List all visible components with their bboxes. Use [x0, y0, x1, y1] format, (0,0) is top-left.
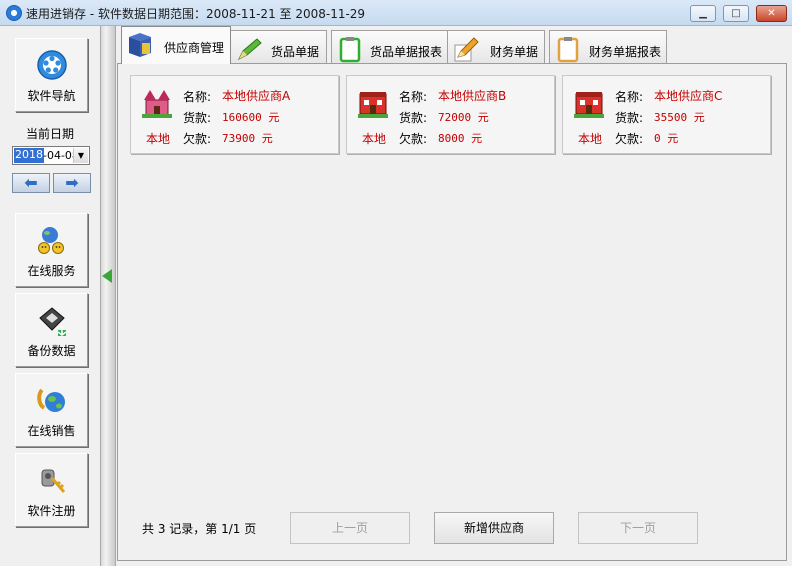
tab-goods-reports[interactable]: 货品单据报表 — [331, 30, 448, 63]
tab-goods-reports-label: 货品单据报表 — [370, 45, 443, 59]
supplier-name: 本地供应商A — [222, 89, 291, 103]
supplier-goods-amount: 35500 元 — [654, 111, 705, 124]
goods-label: 货款: — [615, 111, 644, 125]
left-panel: 软件导航 当前日期 2018 -04-08 ▼ ⬅ ➡ 在线服务 备份数据 在线… — [0, 26, 100, 566]
app-icon — [6, 5, 22, 21]
supplier-location: 本地 — [146, 132, 171, 146]
software-register-label: 软件注册 — [27, 504, 76, 518]
software-nav-button[interactable]: 软件导航 — [15, 38, 88, 112]
maximize-button[interactable]: □ — [723, 5, 749, 22]
backup-data-label: 备份数据 — [27, 344, 76, 358]
title-bar: 速用进销存 - 软件数据日期范围：2008-11-21 至 2008-11-29… — [0, 0, 792, 26]
tab-finance-documents[interactable]: 财务单据 — [447, 30, 545, 63]
close-button[interactable]: ✕ — [756, 5, 787, 22]
prev-date-button[interactable]: ⬅ — [12, 173, 50, 193]
online-service-label: 在线服务 — [27, 264, 76, 278]
house-icon — [358, 92, 388, 118]
debt-label: 欠款: — [615, 132, 644, 146]
pencil-paper-icon — [454, 37, 479, 62]
minimize-button[interactable]: ▁ — [690, 5, 716, 22]
supplier-card[interactable]: 本地 名称: 本地供应商A 货款: 160600 元 欠款: 73900 元 — [130, 75, 339, 154]
online-sales-label: 在线销售 — [27, 424, 76, 438]
record-status: 共 3 记录，第 1/1 页 — [142, 522, 257, 536]
floppy-disk-icon — [39, 307, 67, 336]
online-service-people-icon — [38, 227, 64, 254]
supplier-name: 本地供应商C — [654, 89, 723, 103]
key-lock-icon — [41, 469, 66, 493]
globe-phone-icon — [37, 388, 65, 412]
tab-supplier-management-label: 供应商管理 — [164, 41, 225, 55]
backup-data-button[interactable]: 备份数据 — [15, 293, 88, 367]
name-label: 名称: — [183, 90, 212, 104]
supplier-location: 本地 — [362, 132, 387, 146]
supplier-card[interactable]: 本地 名称: 本地供应商B 货款: 72000 元 欠款: 8000 元 — [346, 75, 555, 154]
supplier-debt-amount: 0 元 — [654, 132, 679, 145]
name-label: 名称: — [615, 90, 644, 104]
arrow-right-icon: ➡ — [65, 173, 79, 192]
debt-label: 欠款: — [399, 132, 428, 146]
castle-icon — [142, 90, 172, 118]
window-title: 速用进销存 - 软件数据日期范围：2008-11-21 至 2008-11-29 — [26, 7, 366, 21]
minimize-icon: ▁ — [699, 7, 707, 19]
tab-goods-documents-label: 货品单据 — [271, 45, 320, 59]
add-supplier-button[interactable]: 新增供应商 — [434, 512, 554, 544]
goods-label: 货款: — [183, 111, 212, 125]
maximize-icon: □ — [731, 7, 741, 19]
online-sales-button[interactable]: 在线销售 — [15, 373, 88, 447]
chevron-down-icon[interactable]: ▼ — [73, 148, 88, 163]
software-nav-label: 软件导航 — [27, 89, 76, 103]
tab-goods-documents[interactable]: 货品单据 — [230, 30, 327, 63]
supplier-panel: 本地 名称: 本地供应商A 货款: 160600 元 欠款: 73900 元 本… — [117, 63, 787, 561]
house-icon — [574, 92, 604, 118]
tab-bar: 供应商管理 货品单据 货品单据报表 财务单据 财务单据报表 — [117, 26, 792, 64]
clipboard-green-icon — [339, 37, 361, 63]
name-label: 名称: — [399, 90, 428, 104]
next-date-button[interactable]: ➡ — [53, 173, 91, 193]
collapse-arrow-icon[interactable] — [102, 269, 112, 283]
arrow-left-icon: ⬅ — [24, 173, 38, 192]
tab-finance-documents-label: 财务单据 — [490, 45, 539, 59]
online-service-button[interactable]: 在线服务 — [15, 213, 88, 287]
supplier-location: 本地 — [578, 132, 603, 146]
current-date-label: 当前日期 — [26, 127, 75, 141]
prev-page-button[interactable]: 上一页 — [290, 512, 410, 544]
pencil-icon — [237, 38, 262, 61]
date-year-selected: 2018 — [14, 148, 44, 163]
close-icon: ✕ — [767, 7, 776, 19]
panel-splitter[interactable] — [100, 26, 116, 566]
supplier-debt-amount: 73900 元 — [222, 132, 273, 145]
clipboard-orange-icon — [557, 37, 579, 63]
tab-finance-reports[interactable]: 财务单据报表 — [549, 30, 667, 63]
supplier-goods-amount: 72000 元 — [438, 111, 489, 124]
next-page-button[interactable]: 下一页 — [578, 512, 698, 544]
software-register-button[interactable]: 软件注册 — [15, 453, 88, 527]
navigation-wheel-icon — [37, 50, 67, 80]
date-picker[interactable]: 2018 -04-08 ▼ — [12, 146, 90, 165]
supplier-card[interactable]: 本地 名称: 本地供应商C 货款: 35500 元 欠款: 0 元 — [562, 75, 771, 154]
tab-supplier-management[interactable]: 供应商管理 — [121, 26, 231, 64]
debt-label: 欠款: — [183, 132, 212, 146]
goods-label: 货款: — [399, 111, 428, 125]
tab-finance-reports-label: 财务单据报表 — [589, 45, 662, 59]
supplier-debt-amount: 8000 元 — [438, 132, 483, 145]
supplier-box-icon — [129, 33, 151, 57]
supplier-name: 本地供应商B — [438, 89, 507, 103]
supplier-goods-amount: 160600 元 — [222, 111, 280, 124]
